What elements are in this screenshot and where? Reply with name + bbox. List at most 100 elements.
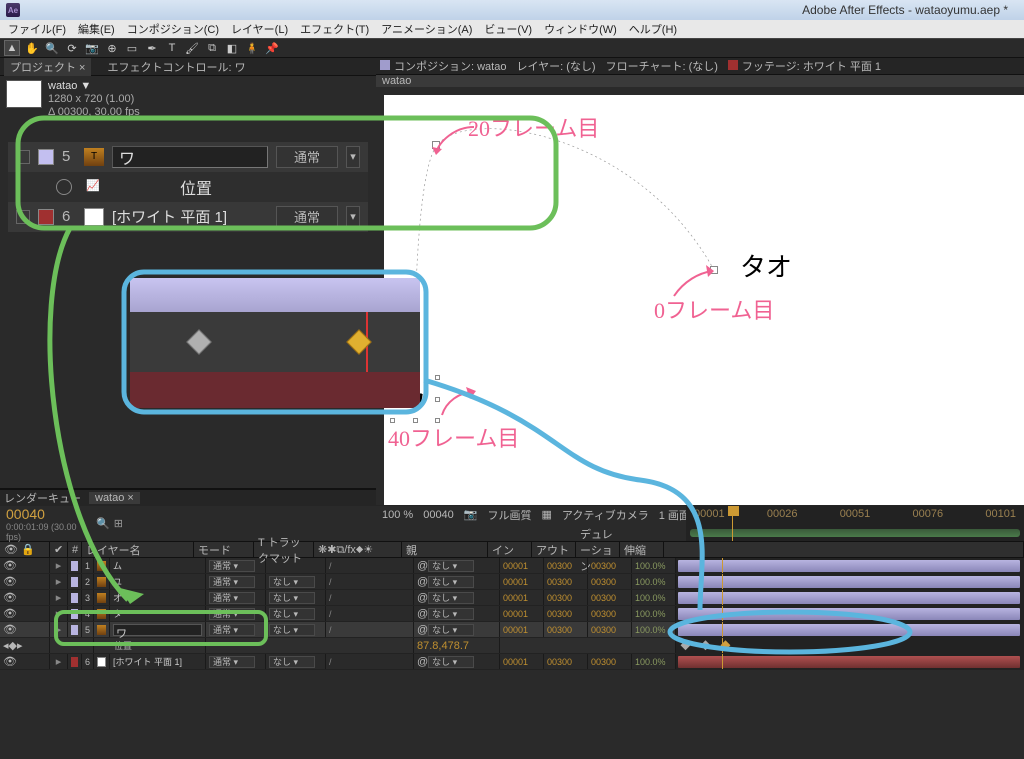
layer-bar[interactable]	[678, 576, 1020, 588]
in-point[interactable]: 00001	[500, 574, 544, 589]
menu-edit[interactable]: 編集(E)	[74, 21, 119, 37]
duration[interactable]: 00300	[588, 622, 632, 637]
transform-position-row[interactable]: 📈 位置	[8, 172, 368, 202]
pickwhip-icon[interactable]: @	[417, 560, 428, 572]
brush-tool-icon[interactable]: 🖌	[184, 40, 200, 56]
parent-dropdown[interactable]: なし ▾	[428, 592, 474, 604]
col-trackmatte[interactable]: T トラックマット	[254, 542, 314, 557]
timeline-row[interactable]: 👁 ▸ 5 ワ 通常 ▾ なし ▾ / @ なし ▾ 00001 00300 0…	[0, 622, 1024, 638]
parent-dropdown[interactable]: なし ▾	[428, 656, 474, 668]
in-point[interactable]: 00001	[500, 622, 544, 637]
col-stretch[interactable]: 伸縮	[620, 542, 664, 557]
trackmatte-dropdown[interactable]: なし ▾	[269, 592, 315, 604]
parent-dropdown[interactable]: なし ▾	[428, 624, 474, 636]
layer-row-5[interactable]: 5 T ワ 通常 ▾	[8, 142, 368, 172]
mode-dropdown[interactable]: 通常 ▾	[209, 560, 255, 572]
keyframe-diamond-icon[interactable]	[186, 329, 211, 354]
pen-tool-icon[interactable]: ✒	[144, 40, 160, 56]
duration[interactable]: 00300	[588, 558, 632, 573]
parent-dropdown[interactable]: なし ▾	[428, 560, 474, 572]
duration[interactable]: 00300	[588, 574, 632, 589]
parent-dropdown[interactable]: なし ▾	[428, 608, 474, 620]
mode-dropdown[interactable]: 通常 ▾	[209, 608, 255, 620]
tab-layer[interactable]: レイヤー: (なし)	[516, 58, 595, 74]
visibility-toggle-icon[interactable]	[16, 210, 30, 224]
layer-name[interactable]: ユ	[110, 574, 206, 589]
pickwhip-icon[interactable]: @	[417, 592, 428, 604]
timeline-row[interactable]: 👁 ▸ 1 ム 通常 ▾ / @ なし ▾ 00001 00300 00300 …	[0, 558, 1024, 574]
roto-tool-icon[interactable]: 🧍	[244, 40, 260, 56]
layer-bar[interactable]	[678, 608, 1020, 620]
tab-flowchart[interactable]: フローチャート: (なし)	[606, 58, 718, 74]
out-point[interactable]: 00300	[544, 606, 588, 621]
eye-icon[interactable]: 👁	[3, 559, 17, 572]
visibility-toggle-icon[interactable]	[16, 150, 30, 164]
blend-mode-dropdown-arrow-icon[interactable]: ▾	[346, 206, 360, 228]
stretch[interactable]: 100.0%	[632, 558, 676, 573]
hand-tool-icon[interactable]: ✋	[24, 40, 40, 56]
stretch[interactable]: 100.0%	[632, 590, 676, 605]
eye-icon[interactable]: 👁	[3, 591, 17, 604]
pickwhip-icon[interactable]: @	[417, 624, 428, 636]
in-point[interactable]: 00001	[500, 654, 544, 669]
tab-effect-controls[interactable]: エフェクトコントロール: ワ	[101, 58, 251, 76]
in-point[interactable]: 00001	[500, 606, 544, 621]
stopwatch-icon[interactable]	[56, 179, 72, 195]
layer-bar[interactable]	[678, 592, 1020, 604]
layer-name[interactable]: タ	[110, 606, 206, 621]
layer-name[interactable]: オ	[110, 590, 206, 605]
keyframe-nav-icon[interactable]: ◂◆▸	[3, 639, 23, 652]
menu-help[interactable]: ヘルプ(H)	[625, 21, 681, 37]
menu-window[interactable]: ウィンドウ(W)	[540, 21, 621, 37]
mode-dropdown[interactable]: 通常 ▾	[209, 576, 255, 588]
pickwhip-icon[interactable]: @	[417, 608, 428, 620]
current-time-indicator[interactable]	[732, 506, 733, 541]
position-value[interactable]: 87.8,478.7	[414, 638, 500, 653]
eye-icon[interactable]: 👁	[3, 607, 17, 620]
mode-dropdown[interactable]: 通常 ▾	[209, 592, 255, 604]
timeline-position-row[interactable]: ◂◆▸ 位置 87.8,478.7	[0, 638, 1024, 654]
col-source-name[interactable]: レイヤー名	[82, 542, 194, 557]
stretch[interactable]: 100.0%	[632, 574, 676, 589]
work-area-bar[interactable]	[690, 529, 1020, 537]
clone-tool-icon[interactable]: ⧉	[204, 40, 220, 56]
out-point[interactable]: 00300	[544, 558, 588, 573]
layer-switches[interactable]: /	[326, 558, 414, 573]
stretch[interactable]: 100.0%	[632, 606, 676, 621]
selection-tool-icon[interactable]: ▲	[4, 40, 20, 56]
tab-project[interactable]: プロジェクト ×	[4, 58, 91, 76]
out-point[interactable]: 00300	[544, 654, 588, 669]
duration[interactable]: 00300	[588, 654, 632, 669]
duration[interactable]: 00300	[588, 590, 632, 605]
layer-switches[interactable]: /	[326, 574, 414, 589]
menu-effect[interactable]: エフェクト(T)	[296, 21, 373, 37]
timeline-row[interactable]: 👁 ▸ 6 [ホワイト 平面 1] 通常 ▾ なし ▾ / @ なし ▾ 000…	[0, 654, 1024, 670]
blend-mode-dropdown-arrow-icon[interactable]: ▾	[346, 146, 360, 168]
layer-name[interactable]: [ホワイト 平面 1]	[110, 654, 206, 669]
layer-bar[interactable]	[678, 656, 1020, 668]
menu-animation[interactable]: アニメーション(A)	[377, 21, 476, 37]
layer-name-input[interactable]: ワ	[112, 146, 268, 168]
col-duration[interactable]: デュレーション	[576, 542, 620, 557]
in-point[interactable]: 00001	[500, 558, 544, 573]
duration[interactable]: 00300	[588, 606, 632, 621]
menu-file[interactable]: ファイル(F)	[4, 21, 70, 37]
layer-switches[interactable]: /	[326, 654, 414, 669]
col-index[interactable]: #	[68, 542, 82, 557]
timeline-row[interactable]: 👁 ▸ 4 タ 通常 ▾ なし ▾ / @ なし ▾ 00001 00300 0…	[0, 606, 1024, 622]
col-label[interactable]: ✔	[50, 542, 68, 557]
mode-dropdown[interactable]: 通常 ▾	[209, 656, 255, 668]
layer-switches[interactable]: /	[326, 606, 414, 621]
menu-bar[interactable]: ファイル(F) 編集(E) コンポジション(C) レイヤー(L) エフェクト(T…	[0, 20, 1024, 38]
layer-row-6[interactable]: 6 [ホワイト 平面 1] 通常 ▾	[8, 202, 368, 232]
col-mode[interactable]: モード	[194, 542, 254, 557]
timeline-row[interactable]: 👁 ▸ 2 ユ 通常 ▾ なし ▾ / @ なし ▾ 00001 00300 0…	[0, 574, 1024, 590]
trackmatte-dropdown[interactable]: なし ▾	[269, 656, 315, 668]
tab-composition[interactable]: コンポジション: watao	[380, 58, 506, 74]
mode-dropdown[interactable]: 通常 ▾	[209, 624, 255, 636]
blend-mode-dropdown[interactable]: 通常	[276, 206, 338, 228]
eye-icon[interactable]: 👁	[3, 623, 17, 636]
comp-canvas[interactable]: ワ タオ 20フレーム目 0フレーム目 40フレーム目	[384, 95, 1024, 505]
layer-switches[interactable]: /	[326, 622, 414, 637]
puppet-tool-icon[interactable]: 📌	[264, 40, 280, 56]
